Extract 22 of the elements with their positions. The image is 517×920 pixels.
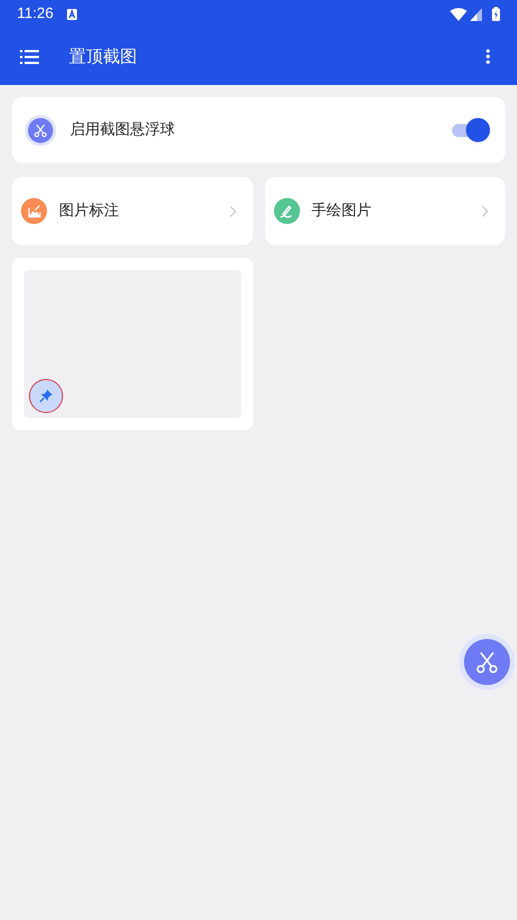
scissors-icon bbox=[476, 651, 498, 673]
tool-card[interactable]: 手绘图片 bbox=[264, 177, 505, 245]
tool-label: 图片标注 bbox=[59, 200, 119, 221]
signal-icon bbox=[470, 8, 482, 20]
wifi-icon bbox=[450, 8, 467, 20]
tool-card[interactable]: 图片标注 bbox=[12, 177, 252, 245]
toggle-switch[interactable] bbox=[452, 118, 490, 142]
pin-button[interactable] bbox=[29, 379, 63, 413]
more-icon bbox=[486, 49, 490, 64]
pin-icon bbox=[39, 389, 53, 403]
battery-icon bbox=[492, 7, 500, 21]
scissors-icon bbox=[25, 114, 56, 146]
pen-icon bbox=[274, 198, 300, 224]
notification-icon bbox=[67, 8, 78, 20]
setting-label: 启用截图悬浮球 bbox=[70, 120, 175, 140]
tool-label: 手绘图片 bbox=[312, 200, 372, 221]
menu-icon bbox=[20, 50, 38, 64]
app-title: 置顶截图 bbox=[69, 46, 137, 68]
chevron-right-icon bbox=[230, 206, 236, 216]
image-edit-icon bbox=[21, 198, 47, 224]
chevron-right-icon bbox=[482, 206, 488, 216]
status-time: 11:26 bbox=[17, 4, 54, 24]
